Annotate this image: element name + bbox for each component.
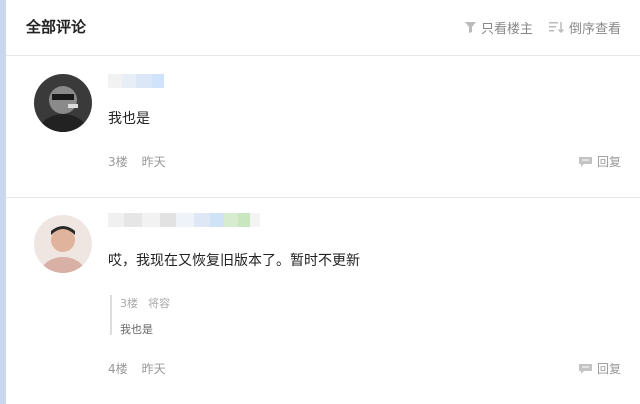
reply-label: 回复: [597, 155, 622, 169]
floor-number: 3楼: [108, 155, 128, 169]
only-op-filter-label: 只看楼主: [481, 22, 534, 37]
comment-text: 我也是: [108, 111, 150, 127]
only-op-filter-button[interactable]: 只看楼主: [464, 18, 533, 37]
reply-button[interactable]: 回复: [578, 153, 621, 170]
quote-meta: 3楼 将容: [120, 295, 310, 311]
sort-icon: [549, 22, 565, 34]
reply-label: 回复: [597, 362, 622, 376]
floor-number: 4楼: [108, 362, 128, 376]
comment-meta: 4楼 昨天: [108, 360, 166, 377]
speech-bubble-icon: [579, 156, 592, 167]
quoted-comment: 3楼 将容 我也是: [110, 295, 310, 336]
speech-bubble-icon: [579, 363, 592, 374]
comments-title: 全部评论: [26, 18, 87, 36]
comments-panel: 全部评论 只看楼主 倒序查看 我也是 3楼 昨天 回复 哎，我现在又恢复旧版本了…: [0, 0, 640, 404]
username-redacted: [108, 213, 260, 227]
quote-text: 我也是: [120, 323, 153, 336]
comments-header: 全部评论 只看楼主 倒序查看: [6, 0, 640, 56]
comment-meta: 3楼 昨天: [108, 153, 166, 170]
comment-time: 昨天: [141, 362, 166, 376]
reverse-sort-label: 倒序查看: [569, 22, 622, 37]
avatar[interactable]: [34, 74, 92, 132]
username-redacted: [108, 74, 164, 88]
quote-author[interactable]: 将容: [148, 295, 170, 311]
quote-floor-number: 3楼: [120, 297, 138, 310]
filter-icon: [465, 22, 476, 33]
avatar[interactable]: [34, 215, 92, 273]
reverse-sort-button[interactable]: 倒序查看: [549, 18, 621, 37]
comment-time: 昨天: [141, 155, 166, 169]
comment-item: 哎，我现在又恢复旧版本了。暂时不更新 3楼 将容 我也是 4楼 昨天 回复: [6, 199, 640, 404]
comment-item: 我也是 3楼 昨天 回复: [6, 57, 640, 198]
reply-button[interactable]: 回复: [578, 360, 621, 377]
comment-text: 哎，我现在又恢复旧版本了。暂时不更新: [108, 253, 360, 269]
